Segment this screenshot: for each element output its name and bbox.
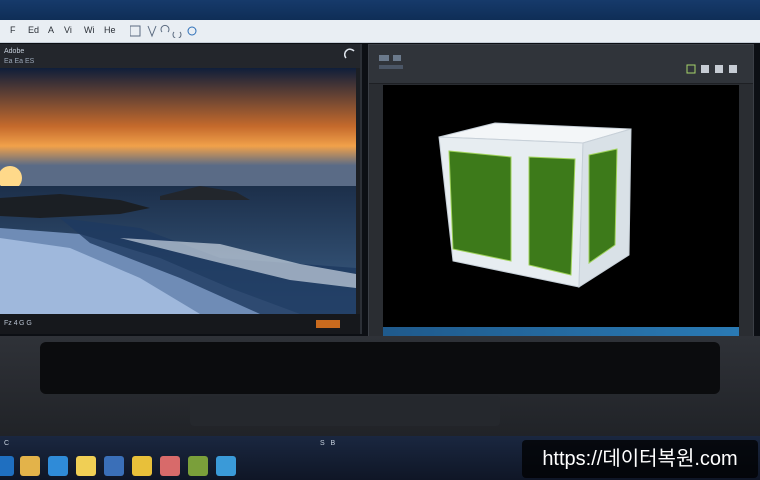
edge-icon[interactable] xyxy=(216,456,236,476)
right-panel-controls xyxy=(686,64,737,74)
minimize-icon[interactable] xyxy=(344,48,356,60)
left-panel-footer: Fz 4 G G xyxy=(0,314,360,334)
title-bar xyxy=(0,0,760,20)
view-icon[interactable] xyxy=(701,65,709,73)
menu-item-file[interactable]: F xyxy=(10,23,16,37)
sunset-photo xyxy=(0,68,356,314)
browser-icon[interactable] xyxy=(48,456,68,476)
menu-item-window[interactable]: Wi xyxy=(84,23,95,37)
view-icon[interactable] xyxy=(393,55,401,61)
grid-icon[interactable] xyxy=(686,64,696,74)
start-icon[interactable] xyxy=(0,456,14,476)
redo-icon[interactable] xyxy=(172,31,182,38)
wireframe-cube xyxy=(438,122,632,288)
menu-item-help[interactable]: He xyxy=(104,23,116,37)
status-swatch xyxy=(316,320,340,328)
menu-item-edit[interactable]: Ed xyxy=(28,23,39,37)
taskbar-left-text: C xyxy=(4,440,25,447)
menu-item-view[interactable]: Vi xyxy=(64,23,72,37)
left-panel-title: Adobe xyxy=(4,48,25,55)
photo-icon[interactable] xyxy=(132,456,152,476)
media-icon[interactable] xyxy=(188,456,208,476)
move-icon[interactable] xyxy=(147,25,157,38)
right-panel-tools xyxy=(379,55,403,69)
menu-item-a[interactable]: A xyxy=(48,23,54,37)
close-icon[interactable] xyxy=(729,65,737,73)
taskbar-right-text: S B xyxy=(320,440,336,447)
3d-viewport[interactable] xyxy=(383,85,739,327)
mail-icon[interactable] xyxy=(104,456,124,476)
keyboard xyxy=(40,342,720,394)
menu-icon[interactable] xyxy=(715,65,723,73)
left-document-panel: Adobe Ea Ea ES Fz 4 G G xyxy=(0,44,362,334)
menu-icon[interactable] xyxy=(379,55,389,61)
left-panel-header: Adobe Ea Ea ES xyxy=(0,44,360,68)
left-panel-subtitle: Ea Ea ES xyxy=(4,58,35,65)
gallery-icon[interactable] xyxy=(160,456,180,476)
left-panel-footer-text: Fz 4 G G xyxy=(4,320,32,327)
file-icon[interactable] xyxy=(76,456,96,476)
toolbar-icons xyxy=(130,24,197,38)
folder-icon[interactable] xyxy=(20,456,40,476)
select-icon[interactable] xyxy=(130,25,141,37)
right-3d-panel xyxy=(368,44,754,338)
touchpad xyxy=(190,396,500,426)
undo-icon[interactable] xyxy=(160,24,170,33)
menu-bar: F Ed A Vi Wi He xyxy=(0,20,760,43)
right-panel-header xyxy=(369,45,753,84)
zoom-icon[interactable] xyxy=(187,26,197,36)
watermark: https://데이터복원.com xyxy=(522,440,758,478)
